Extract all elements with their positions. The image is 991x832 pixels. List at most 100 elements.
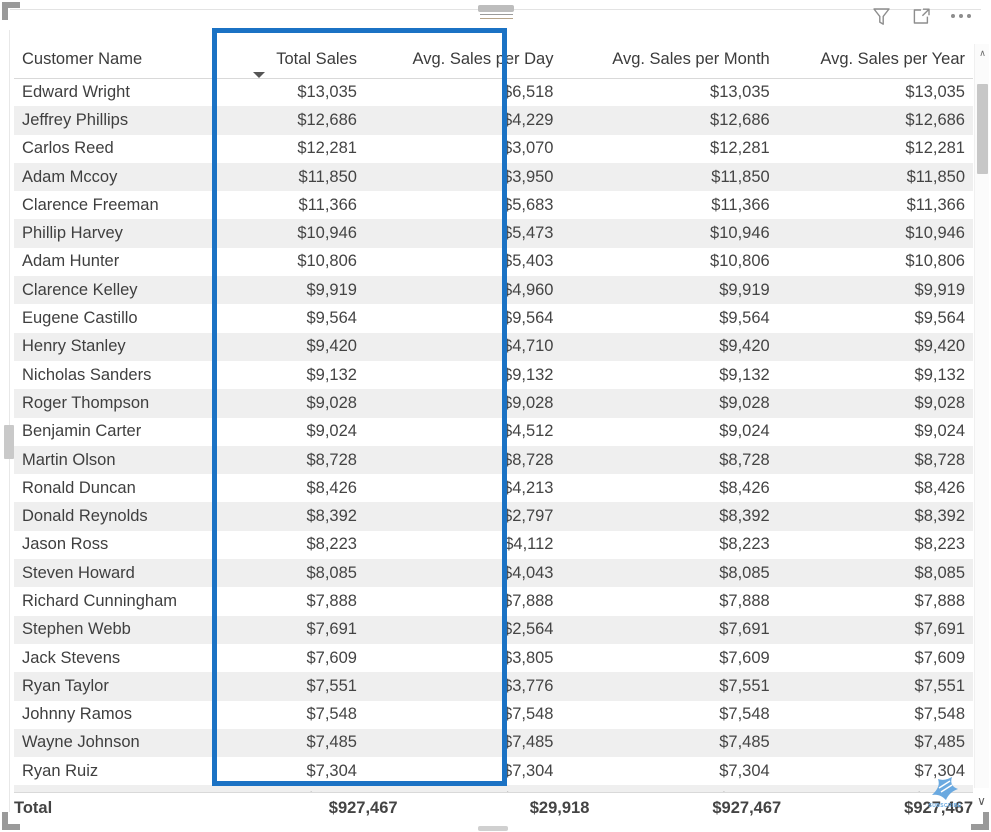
cell-customer-name: Wayne Johnson xyxy=(22,733,140,752)
column-header-avg-sales-per-day[interactable]: Avg. Sales per Day xyxy=(358,32,558,79)
cell-avg-per-year: $8,223 xyxy=(914,535,965,554)
table-row[interactable]: Jason Ross $8,223 $4,112 $8,223 $8,223 xyxy=(14,531,973,559)
cell-total-sales: $7,548 xyxy=(306,705,357,724)
table-row[interactable]: Nicholas Sanders $9,132 $9,132 $9,132 $9,132 xyxy=(14,361,973,389)
total-label: Total xyxy=(14,799,53,818)
cell-avg-per-day: $4,710 xyxy=(503,337,554,356)
visual-header-actions xyxy=(869,4,973,28)
table-row[interactable]: Carlos Reed $12,281 $3,070 $12,281 $12,281 xyxy=(14,135,973,163)
cell-avg-per-year: $9,919 xyxy=(914,280,965,299)
table-row[interactable]: Clarence Kelley $9,919 $4,960 $9,919 $9,919 xyxy=(14,276,973,305)
table-row[interactable]: Clarence Freeman $11,366 $5,683 $11,366 $11,… xyxy=(14,191,973,219)
filter-icon[interactable] xyxy=(869,4,893,28)
cell-avg-per-year: $9,028 xyxy=(914,393,965,412)
data-table: Customer Name Total Sales Avg. Sales per… xyxy=(14,32,973,814)
cell-avg-per-year: $8,426 xyxy=(914,478,965,497)
cell-total-sales: $7,551 xyxy=(306,676,357,695)
scroll-down-arrow[interactable]: ∨ xyxy=(974,790,989,812)
table-row[interactable]: Jeffrey Phillips $12,686 $4,229 $12,686 $12,… xyxy=(14,106,973,135)
table-row[interactable]: Johnny Ramos $7,548 $7,548 $7,548 $7,548 xyxy=(14,701,973,729)
table-row[interactable]: Ronald Duncan $8,426 $4,213 $8,426 $8,426 xyxy=(14,474,973,502)
cell-avg-per-year: $7,548 xyxy=(914,705,965,724)
cell-avg-per-day: $7,485 xyxy=(503,733,554,752)
focus-mode-icon[interactable] xyxy=(909,4,933,28)
cell-customer-name: Jeffrey Phillips xyxy=(22,110,129,129)
cell-avg-per-day: $5,473 xyxy=(503,224,554,243)
table-visual-container: Customer Name Total Sales Avg. Sales per… xyxy=(0,0,991,832)
total-table: Total $927,467 $29,918 $927,467 $927,467 xyxy=(14,793,973,821)
table-row[interactable]: Adam Hunter $10,806 $5,403 $10,806 $10,806 xyxy=(14,248,973,276)
column-header-customer-name[interactable]: Customer Name xyxy=(14,32,244,79)
scroll-up-arrow[interactable]: ∧ xyxy=(975,46,990,61)
cell-avg-per-month: $11,366 xyxy=(711,195,770,214)
table-scroll-area[interactable]: Customer Name Total Sales Avg. Sales per… xyxy=(14,32,973,828)
cell-avg-per-day: $7,304 xyxy=(503,761,554,780)
cell-total-sales: $7,485 xyxy=(306,733,357,752)
cell-avg-per-month: $7,551 xyxy=(719,676,770,695)
cell-avg-per-month: $9,132 xyxy=(719,365,770,384)
cell-avg-per-day: $6,518 xyxy=(503,82,554,101)
more-options-icon[interactable] xyxy=(949,4,973,28)
subscribe-label: SUBSCRIBE xyxy=(928,803,962,809)
cell-customer-name: Donald Reynolds xyxy=(22,507,148,526)
column-header-avg-sales-per-month[interactable]: Avg. Sales per Month xyxy=(557,32,778,79)
table-row[interactable]: Adam Mccoy $11,850 $3,950 $11,850 $11,850 xyxy=(14,162,973,192)
column-header-avg-sales-per-year[interactable]: Avg. Sales per Year xyxy=(777,32,973,79)
cell-avg-per-year: $7,485 xyxy=(914,733,965,752)
cell-customer-name: Richard Cunningham xyxy=(22,591,178,610)
cell-avg-per-day: $3,805 xyxy=(503,648,554,667)
subscribe-watermark[interactable]: SUBSCRIBE xyxy=(921,768,969,816)
table-row[interactable]: Ryan Ruiz $7,304 $7,304 $7,304 $7,304 xyxy=(14,757,973,785)
cell-avg-per-month: $9,024 xyxy=(719,422,770,441)
resize-handle-bottom-right[interactable] xyxy=(971,812,989,830)
cell-avg-per-month: $9,420 xyxy=(719,337,770,356)
cell-avg-per-month: $12,281 xyxy=(710,139,770,158)
cell-customer-name: Ryan Ruiz xyxy=(22,761,99,780)
table-header-row: Customer Name Total Sales Avg. Sales per… xyxy=(14,32,973,79)
table-row[interactable]: Richard Cunningham $7,888 $7,888 $7,888 $7,8… xyxy=(14,587,973,615)
table-row[interactable]: Benjamin Carter $9,024 $4,512 $9,024 $9,024 xyxy=(14,418,973,446)
table-row[interactable]: Eugene Castillo $9,564 $9,564 $9,564 $9,564 xyxy=(14,304,973,332)
cell-customer-name: Edward Wright xyxy=(22,82,130,101)
total-total-sales: $927,467 xyxy=(328,799,398,818)
cell-total-sales: $8,728 xyxy=(306,450,357,469)
cell-avg-per-month: $9,028 xyxy=(719,393,770,412)
cell-customer-name: Clarence Freeman xyxy=(22,195,159,214)
table-row[interactable]: Stephen Webb $7,691 $2,564 $7,691 $7,691 xyxy=(14,615,973,644)
vertical-scrollbar-thumb[interactable] xyxy=(977,84,988,174)
cell-customer-name: Steven Howard xyxy=(22,563,135,582)
cell-avg-per-day: $4,229 xyxy=(503,110,554,129)
table-row[interactable]: Henry Stanley $9,420 $4,710 $9,420 $9,420 xyxy=(14,332,973,361)
resize-handle-bottom-left[interactable] xyxy=(2,812,20,830)
table-row[interactable]: Wayne Johnson $7,485 $7,485 $7,485 $7,485 xyxy=(14,728,973,758)
cell-avg-per-month: $7,609 xyxy=(719,648,770,667)
vertical-scrollbar[interactable]: ∧ xyxy=(974,44,989,788)
cell-avg-per-month: $9,919 xyxy=(719,280,770,299)
table-row[interactable]: Martin Olson $8,728 $8,728 $8,728 $8,728 xyxy=(14,445,973,475)
table-row[interactable]: Edward Wright $13,035 $6,518 $13,035 $13,035 xyxy=(14,78,973,106)
table-row[interactable]: Phillip Harvey $10,946 $5,473 $10,946 $10,94… xyxy=(14,219,973,248)
left-scroll-thumb[interactable] xyxy=(4,425,14,459)
table-row[interactable]: Ryan Taylor $7,551 $3,776 $7,551 $7,551 xyxy=(14,672,973,701)
cell-avg-per-day: $2,797 xyxy=(503,507,554,526)
table-row[interactable]: Steven Howard $8,085 $4,043 $8,085 $8,085 xyxy=(14,559,973,588)
cell-total-sales: $11,850 xyxy=(298,167,357,186)
table-row[interactable]: Jack Stevens $7,609 $3,805 $7,609 $7,609 xyxy=(14,644,973,672)
cell-total-sales: $8,426 xyxy=(306,478,357,497)
drag-handle-bottom[interactable] xyxy=(478,826,508,831)
table-row[interactable]: Donald Reynolds $8,392 $2,797 $8,392 $8,392 xyxy=(14,502,973,531)
drag-grip-lines[interactable] xyxy=(480,14,513,22)
cell-avg-per-day: $8,728 xyxy=(503,450,554,469)
table-row[interactable]: Roger Thompson $9,028 $9,028 $9,028 $9,028 xyxy=(14,389,973,418)
column-header-total-sales[interactable]: Total Sales xyxy=(243,32,359,79)
cell-avg-per-year: $11,850 xyxy=(906,167,965,186)
cell-avg-per-month: $7,691 xyxy=(719,620,770,639)
cell-avg-per-year: $13,035 xyxy=(905,82,965,101)
drag-handle-top[interactable] xyxy=(478,5,514,12)
resize-handle-top-left[interactable] xyxy=(2,2,20,20)
cell-total-sales: $7,609 xyxy=(306,648,357,667)
total-row: Total $927,467 $29,918 $927,467 $927,467 xyxy=(14,793,973,821)
cell-total-sales: $10,806 xyxy=(297,252,357,271)
cell-avg-per-year: $9,420 xyxy=(914,337,965,356)
subscribe-ribbon-icon xyxy=(932,777,958,800)
